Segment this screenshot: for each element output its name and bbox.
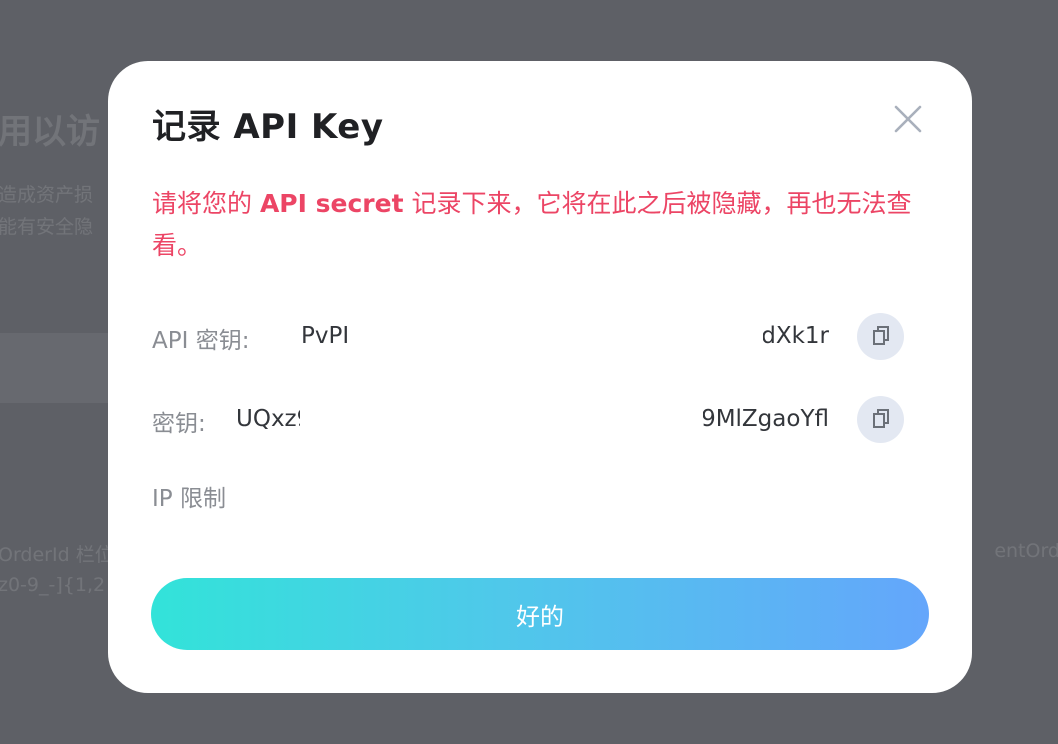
- background-text: z0-9_-]{1,2: [0, 574, 106, 596]
- ip-restriction-label: IP 限制: [152, 486, 226, 512]
- api-key-value-start: PvPI: [301, 323, 349, 349]
- copy-icon: [873, 326, 889, 345]
- warning-message: 请将您的 API secret 记录下来，它将在此之后被隐藏，再也无法查看。: [152, 189, 912, 260]
- background-text: 能有安全隐: [0, 216, 94, 238]
- secret-value-start: UQxz9: [236, 406, 300, 432]
- secret-value-end: 9MlZgaoYfl: [703, 406, 829, 432]
- copy-icon: [873, 409, 889, 428]
- warning-highlight: API secret: [259, 189, 404, 218]
- background-text: 造成资产损: [0, 184, 94, 206]
- copy-api-key-button[interactable]: [857, 313, 904, 360]
- dialog-title: 记录 API Key: [152, 107, 384, 147]
- api-key-value-end: dXk1r: [763, 323, 829, 349]
- close-button[interactable]: [890, 101, 926, 137]
- api-key-dialog: 记录 API Key 请将您的 API secret 记录下来，它将在此之后被隐…: [108, 61, 972, 693]
- ok-button[interactable]: 好的: [151, 578, 929, 650]
- background-text: entOrd: [994, 540, 1058, 562]
- close-icon: [894, 105, 922, 133]
- background-heading: 用以访: [0, 112, 100, 152]
- api-key-label: API 密钥:: [152, 328, 250, 354]
- secret-label: 密钥:: [152, 411, 206, 437]
- copy-secret-button[interactable]: [857, 396, 904, 443]
- background-text: OrderId 栏位: [0, 544, 114, 566]
